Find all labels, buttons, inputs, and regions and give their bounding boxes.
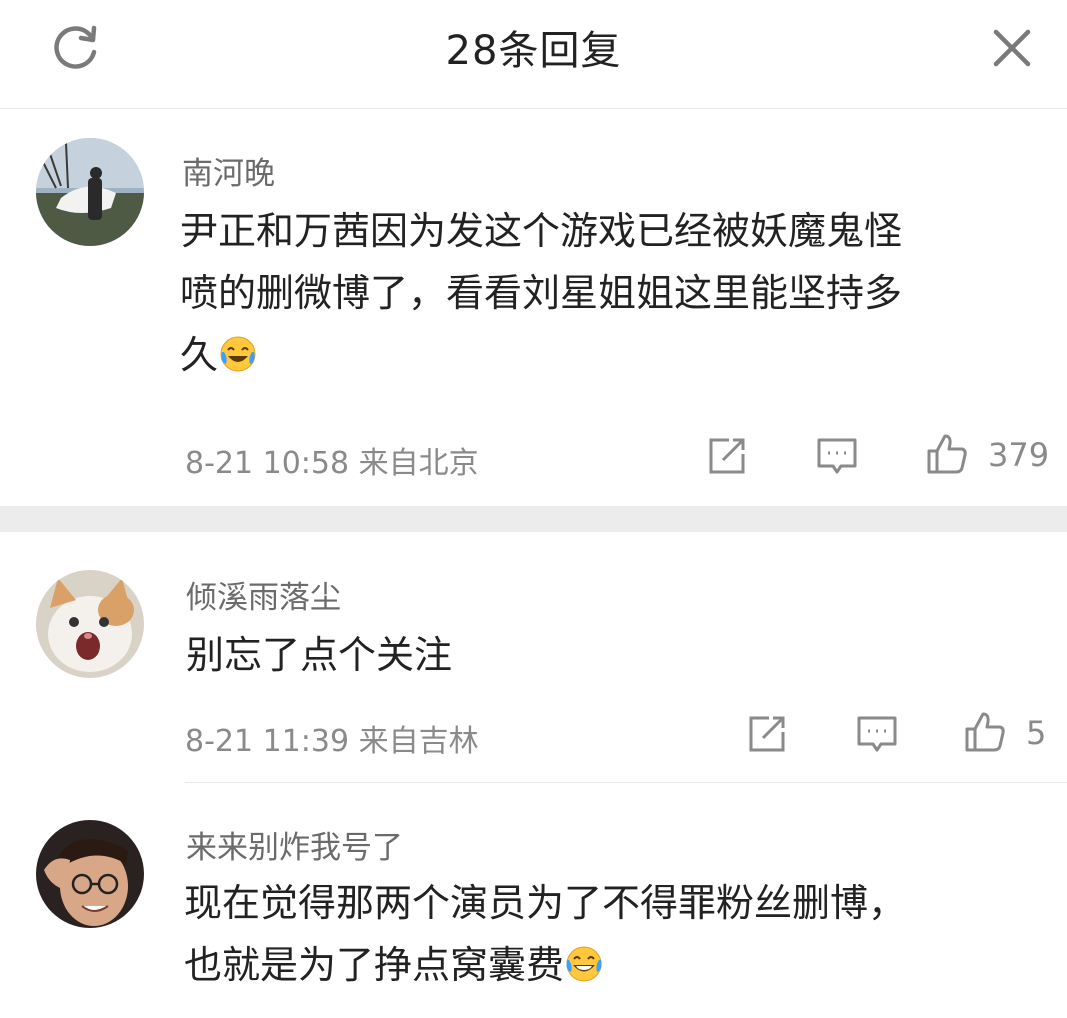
comment-date: 8-21 11:39 bbox=[185, 724, 350, 759]
comment-text: 现在觉得那两个演员为了不得罪粉丝删博， 也就是为了挣点窝囊费 bbox=[184, 872, 906, 996]
laughing-tears-emoji bbox=[220, 336, 256, 372]
share-icon[interactable] bbox=[705, 434, 749, 478]
like-icon[interactable] bbox=[925, 432, 969, 476]
comment-line: 也就是为了挣点窝囊费 bbox=[184, 934, 906, 996]
comment-icon[interactable] bbox=[815, 434, 859, 478]
comment-icon[interactable] bbox=[855, 712, 899, 756]
comment-meta: 8-21 11:39 来自吉林 bbox=[185, 716, 479, 760]
comment-line: 久 bbox=[180, 324, 902, 386]
share-icon[interactable] bbox=[745, 712, 789, 756]
grinning-tears-emoji bbox=[566, 946, 602, 982]
like-count: 379 bbox=[988, 436, 1050, 474]
comment-text: 别忘了点个关注 bbox=[186, 624, 452, 686]
close-icon[interactable] bbox=[988, 24, 1036, 72]
comment-text: 尹正和万茜因为发这个游戏已经被妖魔鬼怪 喷的删微博了，看看刘星姐姐这里能坚持多 … bbox=[180, 200, 902, 386]
comment-date: 8-21 10:58 bbox=[185, 446, 350, 481]
avatar[interactable] bbox=[36, 138, 144, 246]
page-title: 28条回复 bbox=[445, 28, 622, 74]
comment-meta: 8-21 10:58 来自北京 bbox=[185, 438, 479, 482]
comment-line: 现在觉得那两个演员为了不得罪粉丝删博， bbox=[184, 881, 907, 925]
man-with-glasses-avatar bbox=[36, 820, 144, 928]
username[interactable]: 南河晚 bbox=[182, 148, 275, 193]
avatar[interactable] bbox=[36, 570, 144, 678]
like-icon[interactable] bbox=[963, 710, 1007, 754]
comment-line: 尹正和万茜因为发这个游戏已经被妖魔鬼怪 bbox=[180, 209, 903, 253]
avatar[interactable] bbox=[36, 820, 144, 928]
header-bar: 28条回复 bbox=[0, 0, 1067, 109]
comment-line: 别忘了点个关注 bbox=[186, 633, 453, 677]
comment-divider bbox=[185, 782, 1067, 783]
username[interactable]: 倾溪雨落尘 bbox=[186, 572, 341, 617]
username[interactable]: 来来别炸我号了 bbox=[186, 822, 403, 867]
comment-location: 来自吉林 bbox=[358, 724, 479, 759]
person-in-field-avatar bbox=[36, 138, 144, 246]
surprised-cat-avatar bbox=[36, 570, 144, 678]
comment-line: 喷的删微博了，看看刘星姐姐这里能坚持多 bbox=[180, 271, 903, 315]
comment-location: 来自北京 bbox=[358, 446, 479, 481]
like-count: 5 bbox=[1026, 714, 1047, 752]
section-divider bbox=[0, 506, 1067, 532]
